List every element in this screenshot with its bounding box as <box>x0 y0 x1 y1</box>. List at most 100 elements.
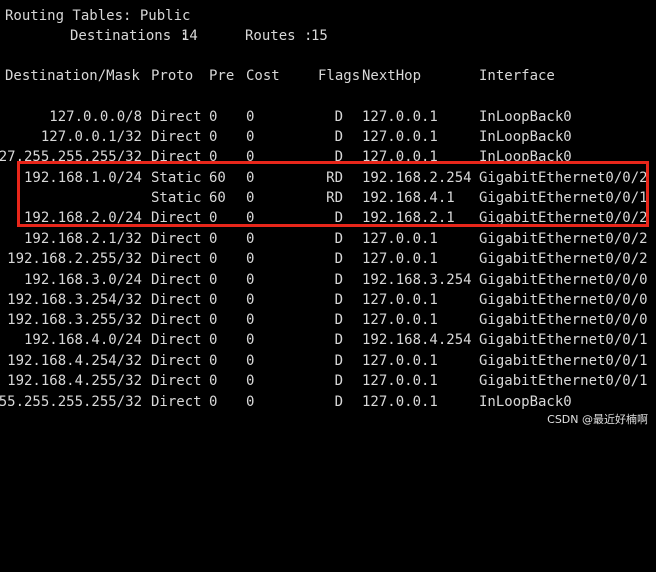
row-pre: 0 <box>209 272 218 288</box>
table-row: 192.168.2.1/32 Direct 0 0 D 127.0.0.1 Gi… <box>0 229 656 249</box>
row-cost: 0 <box>246 251 255 267</box>
table-row: 255.255.255.255/32 Direct 0 0 D 127.0.0.… <box>0 392 656 412</box>
table-row: 192.168.3.254/32 Direct 0 0 D 127.0.0.1 … <box>0 290 656 310</box>
row-destination: 192.168.4.254/32 <box>7 353 142 369</box>
header-nexthop: NextHop <box>362 68 422 84</box>
row-cost: 0 <box>246 231 255 247</box>
routing-summary: Destinations : 14 Routes : 15 <box>0 26 328 46</box>
row-cost: 0 <box>246 373 255 389</box>
row-flags: D <box>334 332 343 348</box>
header-cost: Cost <box>246 68 280 84</box>
row-cost: 0 <box>246 312 255 328</box>
row-interface: InLoopBack0 <box>479 109 572 125</box>
row-proto: Direct <box>151 332 202 348</box>
row-destination: 192.168.2.1/32 <box>23 231 142 247</box>
row-proto: Direct <box>151 312 202 328</box>
row-proto: Direct <box>151 231 202 247</box>
row-pre: 0 <box>209 292 218 308</box>
row-cost: 0 <box>246 292 255 308</box>
row-pre: 0 <box>209 129 218 145</box>
row-flags: D <box>334 251 343 267</box>
row-interface: GigabitEthernet0/0/1 <box>479 353 648 369</box>
row-proto: Direct <box>151 109 202 125</box>
row-nexthop: 127.0.0.1 <box>362 251 438 267</box>
row-proto: Direct <box>151 373 202 389</box>
row-proto: Direct <box>151 292 202 308</box>
row-proto: Direct <box>151 394 202 410</box>
table-row: 192.168.2.255/32 Direct 0 0 D 127.0.0.1 … <box>0 249 656 269</box>
row-destination: 127.0.0.1/32 <box>40 129 142 145</box>
row-nexthop: 192.168.4.254 <box>362 332 472 348</box>
row-destination: 192.168.3.255/32 <box>7 312 142 328</box>
row-interface: GigabitEthernet0/0/1 <box>479 373 648 389</box>
row-flags: D <box>334 231 343 247</box>
row-nexthop: 127.0.0.1 <box>362 129 438 145</box>
row-proto: Direct <box>151 353 202 369</box>
row-pre: 0 <box>209 109 218 125</box>
table-row: 192.168.4.255/32 Direct 0 0 D 127.0.0.1 … <box>0 371 656 391</box>
row-destination: 127.0.0.0/8 <box>49 109 142 125</box>
row-cost: 0 <box>246 109 255 125</box>
table-row: 192.168.4.0/24 Direct 0 0 D 192.168.4.25… <box>0 330 656 350</box>
row-cost: 0 <box>246 394 255 410</box>
row-flags: D <box>334 373 343 389</box>
row-interface: GigabitEthernet0/0/0 <box>479 312 648 328</box>
row-pre: 0 <box>209 353 218 369</box>
row-pre: 0 <box>209 332 218 348</box>
header-pre: Pre <box>209 68 235 84</box>
destinations-label: Destinations : <box>70 28 197 44</box>
row-destination: 192.168.2.255/32 <box>7 251 142 267</box>
row-nexthop: 127.0.0.1 <box>362 373 438 389</box>
header-flags: Flags <box>318 68 361 84</box>
row-pre: 0 <box>209 312 218 328</box>
table-row: 192.168.3.0/24 Direct 0 0 D 192.168.3.25… <box>0 270 656 290</box>
destinations-count: 14 <box>181 28 198 44</box>
row-pre: 0 <box>209 394 218 410</box>
header-proto: Proto <box>151 68 194 84</box>
row-destination: 192.168.3.0/24 <box>23 272 142 288</box>
row-cost: 0 <box>246 272 255 288</box>
header-destination: Destination/Mask <box>5 68 140 84</box>
table-row: 127.0.0.0/8 Direct 0 0 D 127.0.0.1 InLoo… <box>0 107 656 127</box>
row-interface: GigabitEthernet0/0/0 <box>479 272 648 288</box>
row-interface: InLoopBack0 <box>479 394 572 410</box>
csdn-watermark: CSDN @最近好楠啊 <box>547 413 648 426</box>
row-nexthop: 127.0.0.1 <box>362 353 438 369</box>
row-interface: GigabitEthernet0/0/2 <box>479 251 648 267</box>
row-flags: D <box>334 292 343 308</box>
row-proto: Direct <box>151 129 202 145</box>
row-interface: GigabitEthernet0/0/2 <box>479 231 648 247</box>
row-cost: 0 <box>246 129 255 145</box>
highlight-box <box>17 161 649 227</box>
row-nexthop: 127.0.0.1 <box>362 231 438 247</box>
row-nexthop: 127.0.0.1 <box>362 109 438 125</box>
row-proto: Direct <box>151 272 202 288</box>
row-flags: D <box>334 353 343 369</box>
row-destination: 192.168.4.0/24 <box>23 332 142 348</box>
row-nexthop: 127.0.0.1 <box>362 394 438 410</box>
row-nexthop: 192.168.3.254 <box>362 272 472 288</box>
routes-count: 15 <box>311 28 328 44</box>
row-interface: InLoopBack0 <box>479 129 572 145</box>
row-flags: D <box>334 272 343 288</box>
row-cost: 0 <box>246 332 255 348</box>
table-header-row: Destination/Mask Proto Pre Cost Flags Ne… <box>0 66 555 86</box>
row-nexthop: 127.0.0.1 <box>362 292 438 308</box>
row-destination: 192.168.3.254/32 <box>7 292 142 308</box>
table-row: 127.0.0.1/32 Direct 0 0 D 127.0.0.1 InLo… <box>0 127 656 147</box>
table-row: 192.168.4.254/32 Direct 0 0 D 127.0.0.1 … <box>0 351 656 371</box>
row-flags: D <box>334 312 343 328</box>
row-nexthop: 127.0.0.1 <box>362 312 438 328</box>
routing-table-title: Routing Tables: Public <box>5 8 191 24</box>
row-interface: GigabitEthernet0/0/0 <box>479 292 648 308</box>
row-pre: 0 <box>209 231 218 247</box>
row-flags: D <box>334 394 343 410</box>
row-cost: 0 <box>246 353 255 369</box>
header-interface: Interface <box>479 68 555 84</box>
row-destination: 192.168.4.255/32 <box>7 373 142 389</box>
row-pre: 0 <box>209 251 218 267</box>
table-row: 192.168.3.255/32 Direct 0 0 D 127.0.0.1 … <box>0 310 656 330</box>
row-pre: 0 <box>209 373 218 389</box>
row-flags: D <box>334 109 343 125</box>
row-destination: 255.255.255.255/32 <box>0 394 142 410</box>
